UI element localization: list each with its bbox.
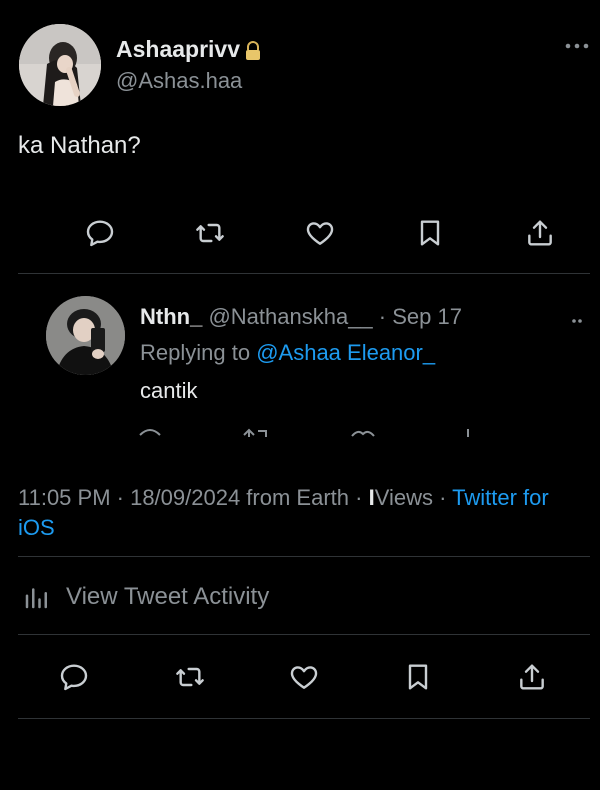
reply-author-name[interactable]: Nthn_ bbox=[140, 304, 202, 329]
share-icon bbox=[528, 220, 552, 246]
like-icon bbox=[351, 430, 375, 437]
reply-icon bbox=[139, 429, 161, 436]
retweet-button[interactable] bbox=[192, 215, 228, 251]
reply-text: cantik bbox=[140, 378, 198, 403]
reply-actions-clipped bbox=[130, 425, 530, 437]
like-icon bbox=[306, 222, 334, 245]
views-label: Views · bbox=[374, 485, 447, 510]
author-avatar[interactable] bbox=[19, 24, 101, 106]
more-icon[interactable] bbox=[564, 38, 590, 49]
reply-more-icon[interactable] bbox=[570, 312, 588, 323]
divider bbox=[18, 634, 590, 635]
reply-date: · Sep 17 bbox=[378, 304, 462, 329]
author-name-text: Ashaaprivv bbox=[116, 36, 241, 62]
bookmark-icon bbox=[420, 220, 440, 246]
retweet-icon bbox=[176, 667, 204, 687]
share-button[interactable] bbox=[514, 659, 550, 695]
replying-to: Replying to @Ashaa Eleanor_ bbox=[140, 340, 435, 366]
reply-button[interactable] bbox=[56, 659, 92, 695]
retweet-icon bbox=[243, 428, 267, 437]
view-tweet-activity[interactable]: View Tweet Activity bbox=[22, 582, 269, 612]
like-icon bbox=[290, 666, 318, 689]
divider bbox=[18, 556, 590, 557]
share-button[interactable] bbox=[522, 215, 558, 251]
tweet-timestamp: 11:05 PM · 18/09/2024 from Earth · bbox=[18, 485, 363, 510]
view-tweet-activity-label: View Tweet Activity bbox=[66, 583, 270, 610]
tweet-actions-bottom bbox=[0, 659, 600, 699]
tweet-text: ka Nathan? bbox=[18, 132, 141, 159]
retweet-button[interactable] bbox=[172, 659, 208, 695]
author-handle[interactable]: @Ashas.haa bbox=[116, 68, 242, 94]
retweet-icon bbox=[196, 223, 224, 243]
bookmark-button[interactable] bbox=[400, 659, 436, 695]
reply-button[interactable] bbox=[82, 215, 118, 251]
share-icon bbox=[520, 664, 544, 690]
bookmark-button[interactable] bbox=[412, 215, 448, 251]
divider bbox=[18, 718, 590, 719]
reply-icon bbox=[60, 664, 88, 691]
analytics-icon bbox=[25, 588, 47, 609]
like-button[interactable] bbox=[302, 215, 338, 251]
replying-prefix: Replying to bbox=[140, 340, 251, 365]
reply-avatar[interactable] bbox=[46, 296, 125, 375]
tweet-actions-top bbox=[0, 215, 600, 255]
tweet-meta: 11:05 PM · 18/09/2024 from Earth · IView… bbox=[18, 483, 588, 543]
like-button[interactable] bbox=[286, 659, 322, 695]
lock-icon bbox=[244, 40, 262, 60]
replying-mention-link[interactable]: @Ashaa Eleanor_ bbox=[256, 340, 435, 365]
reply-icon bbox=[86, 220, 114, 247]
reply-author-handle[interactable]: @Nathanskha__ bbox=[208, 304, 372, 329]
bookmark-icon bbox=[408, 664, 428, 690]
divider bbox=[18, 273, 590, 274]
tweet-detail-page: Ashaaprivv @Ashas.haa ka Nathan? Nthn_ @… bbox=[0, 0, 600, 790]
author-name[interactable]: Ashaaprivv bbox=[116, 36, 262, 63]
reply-header: Nthn_ @Nathanskha__ · Sep 17 bbox=[140, 304, 462, 330]
